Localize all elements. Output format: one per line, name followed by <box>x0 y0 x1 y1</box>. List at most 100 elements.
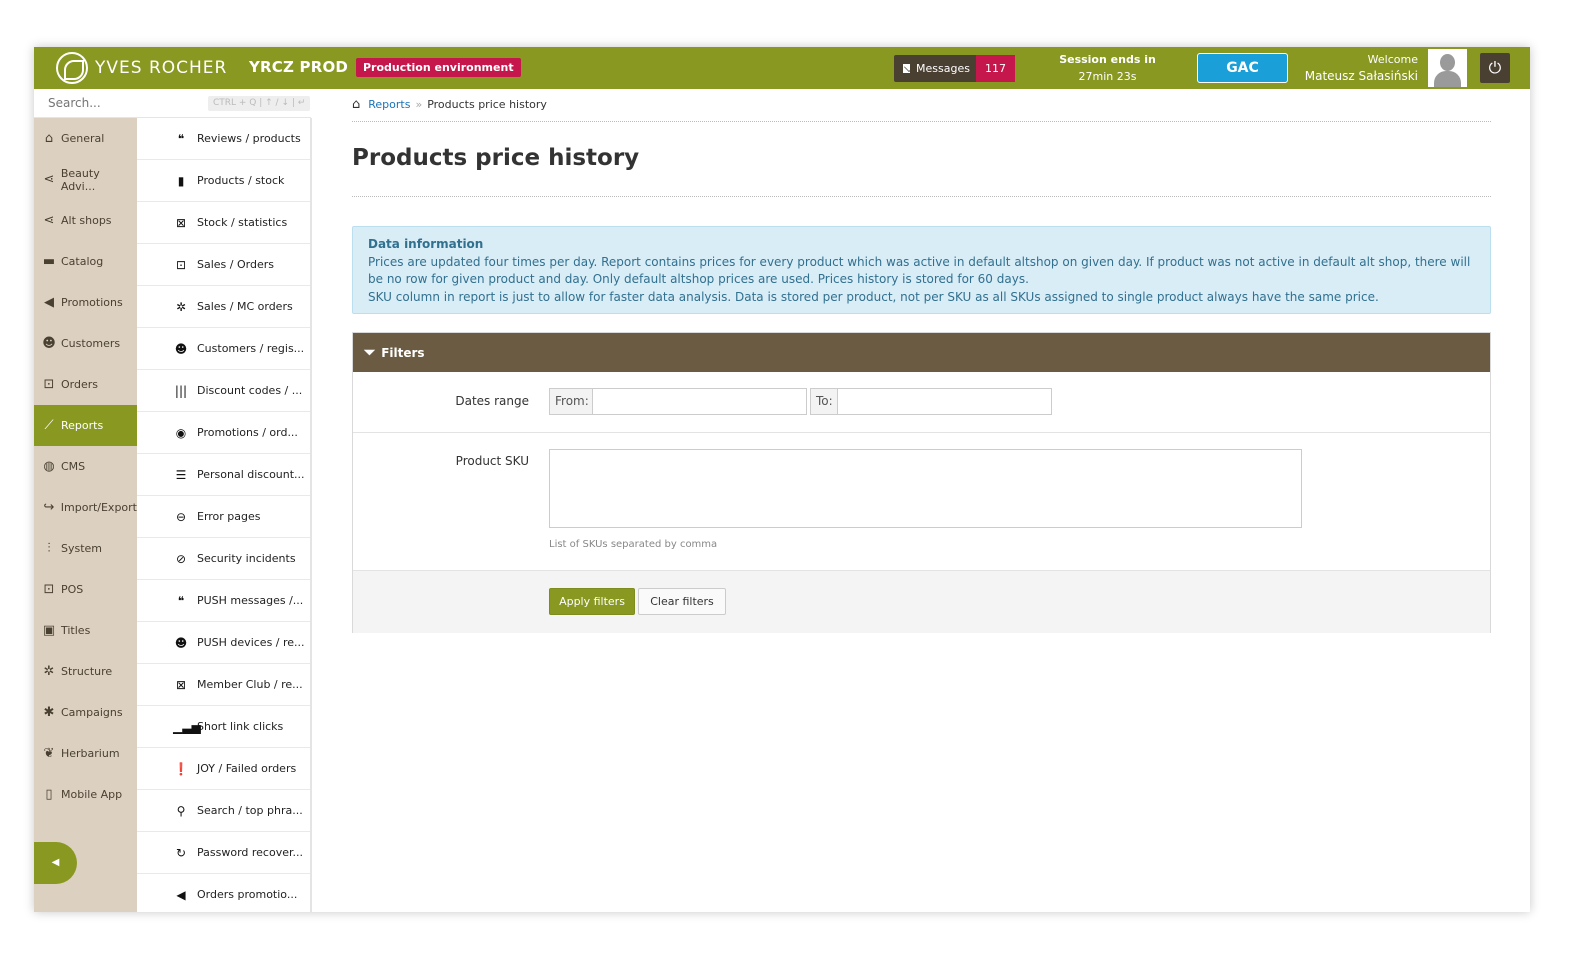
sidebar-item-pos[interactable]: ⊡ POS <box>34 569 137 610</box>
sidebar-item-system[interactable]: ⫶ System <box>34 528 137 569</box>
product-sku-textarea[interactable] <box>549 449 1302 528</box>
subnav-item-promotions-orders[interactable]: ◉ Promotions / ord... <box>137 412 310 454</box>
from-addon: From: <box>549 388 593 415</box>
sidebar-item-catalog[interactable]: ▬ Catalog <box>34 241 137 282</box>
main-content: ⌂ Reports » Products price history Produ… <box>312 89 1530 912</box>
sidebar-item-alt-shops[interactable]: ⋖ Alt shops <box>34 200 137 241</box>
sidebar-item-cms[interactable]: ◍ CMS <box>34 446 137 487</box>
logo[interactable]: YVES ROCHER <box>56 52 227 84</box>
user-name: Mateusz Sałasiński <box>1304 69 1418 83</box>
menu-search: CTRL + Q | ↑ / ↓ | ↵ <box>34 89 311 118</box>
logout-button[interactable]: ⏻ <box>1480 53 1510 83</box>
sidebar-item-campaigns[interactable]: ✱ Campaigns <box>34 692 137 733</box>
avatar[interactable] <box>1428 49 1467 87</box>
gac-button[interactable]: GAC <box>1197 53 1288 83</box>
messages-label: Messages <box>916 62 970 75</box>
user-welcome: Welcome Mateusz Sałasiński <box>1289 52 1418 84</box>
subnav-item-label: Search / top phra... <box>197 804 303 817</box>
collapse-sidebar-button[interactable]: ◀ <box>34 842 77 884</box>
subnav-item-products-stock[interactable]: ▮ Products / stock <box>137 160 310 202</box>
date-from-input[interactable] <box>592 388 807 415</box>
subnav-item-label: Orders promotio... <box>197 888 298 901</box>
subnav-item-reviews-products[interactable]: ❝ Reviews / products <box>137 118 310 160</box>
sidebar-item-general[interactable]: ⌂ General <box>34 118 137 159</box>
subnav-item-member-club[interactable]: ⊠ Member Club / re... <box>137 664 310 706</box>
cog-icon: ✲ <box>175 299 187 314</box>
search-input[interactable] <box>48 96 198 110</box>
sidebar-item-herbarium[interactable]: ❦ Herbarium <box>34 733 137 774</box>
share-arrow-icon: ↪ <box>43 500 55 515</box>
subnav-item-stock-statistics[interactable]: ⊠ Stock / statistics <box>137 202 310 244</box>
mobile-icon: ▯ <box>45 787 53 802</box>
sidebar-item-label: Alt shops <box>61 214 112 227</box>
breadcrumb-reports-link[interactable]: Reports <box>368 98 410 111</box>
product-sku-row: Product SKU List of SKUs separated by co… <box>353 433 1490 571</box>
sidebar-item-customers[interactable]: ☻ Customers <box>34 323 137 364</box>
subnav-item-push-messages[interactable]: ❝ PUSH messages /... <box>137 580 310 622</box>
refresh-icon: ↻ <box>175 845 187 860</box>
sidebar-item-reports[interactable]: ⟋ Reports <box>34 405 137 446</box>
date-to-input[interactable] <box>837 388 1052 415</box>
subnav-item-label: Discount codes / ... <box>197 384 303 397</box>
sidebar-item-promotions[interactable]: ◀ Promotions <box>34 282 137 323</box>
subnav-item-error-pages[interactable]: ⊖ Error pages <box>137 496 310 538</box>
subnav-item-security-incidents[interactable]: ⊘ Security incidents <box>137 538 310 580</box>
subnav-item-discount-codes[interactable]: ||| Discount codes / ... <box>137 370 310 412</box>
eye-icon: ◉ <box>175 425 187 440</box>
subnav-item-orders-promotions[interactable]: ◀ Orders promotio... <box>137 874 310 912</box>
comments-icon: ❝ <box>177 593 185 608</box>
subnav-item-short-link-clicks[interactable]: ▁▃▅ Short link clicks <box>137 706 310 748</box>
sidebar-item-label: Titles <box>61 624 91 637</box>
cart-icon: ⊡ <box>43 377 55 392</box>
asterisk-icon: ✱ <box>43 705 55 720</box>
subnav-item-joy-failed-orders[interactable]: ❗ JOY / Failed orders <box>137 748 310 790</box>
dates-range-label: Dates range <box>455 394 529 408</box>
sidebar-item-label: Import/Export <box>60 501 137 514</box>
sidebar-item-label: Campaigns <box>61 706 123 719</box>
excel-file-icon: ⊠ <box>175 677 187 692</box>
search-icon: ⚲ <box>176 803 186 818</box>
sidebar-item-label: Customers <box>61 337 121 350</box>
filters-panel: ⏷ Filters Dates range From: To: Product … <box>352 332 1491 633</box>
sidebar-item-beauty-advisors[interactable]: ⋖ Beauty Advi... <box>34 159 137 200</box>
filter-actions: Apply filters Clear filters <box>353 571 1490 633</box>
info-text-2: SKU column in report is just to allow fo… <box>368 289 1379 304</box>
cart-icon: ⊡ <box>43 582 55 597</box>
subnav-item-label: Sales / MC orders <box>197 300 293 313</box>
to-addon: To: <box>810 388 838 415</box>
sidebar-item-mobile-app[interactable]: ▯ Mobile App <box>34 774 137 815</box>
subnav-item-label: PUSH devices / re... <box>197 636 305 649</box>
users-icon: ☻ <box>42 336 56 351</box>
subnav-item-password-recovery[interactable]: ↻ Password recover... <box>137 832 310 874</box>
subnav-item-sales-orders[interactable]: ⊡ Sales / Orders <box>137 244 310 286</box>
users-icon: ☻ <box>174 341 188 356</box>
subnav-item-label: Member Club / re... <box>197 678 303 691</box>
avatar-body <box>1434 71 1461 87</box>
sidebar-item-titles[interactable]: ▣ Titles <box>34 610 137 651</box>
subnav-item-sales-mc-orders[interactable]: ✲ Sales / MC orders <box>137 286 310 328</box>
sidebar-item-import-export[interactable]: ↪ Import/Export <box>34 487 137 528</box>
home-icon: ⌂ <box>44 131 54 146</box>
envelope-icon <box>903 64 911 73</box>
ban-icon: ⊘ <box>175 551 187 566</box>
share-icon: ⋖ <box>43 213 55 228</box>
sku-help-text: List of SKUs separated by comma <box>549 539 718 550</box>
clear-filters-button[interactable]: Clear filters <box>638 588 726 615</box>
subnav-item-customers-registrations[interactable]: ☻ Customers / regis... <box>137 328 310 370</box>
subnav-item-personal-discounts[interactable]: ☰ Personal discount... <box>137 454 310 496</box>
subnav-item-search-top-phrases[interactable]: ⚲ Search / top phra... <box>137 790 310 832</box>
subnav-item-push-devices[interactable]: ☻ PUSH devices / re... <box>137 622 310 664</box>
apply-filters-button[interactable]: Apply filters <box>549 588 635 615</box>
filters-header[interactable]: ⏷ Filters <box>353 333 1490 372</box>
folder-icon: ▬ <box>42 254 56 269</box>
home-icon[interactable]: ⌂ <box>352 97 360 112</box>
sidebar-item-structure[interactable]: ✲ Structure <box>34 651 137 692</box>
sidebar-item-label: Herbarium <box>61 747 120 760</box>
cart-icon: ⊡ <box>175 257 187 272</box>
sidebar-item-orders[interactable]: ⊡ Orders <box>34 364 137 405</box>
messages-button[interactable]: Messages 117 <box>894 55 1015 82</box>
session-time: 27min 23s <box>1078 70 1137 83</box>
minus-circle-icon: ⊖ <box>175 509 187 524</box>
main-nav: ⌂ General ⋖ Beauty Advi... ⋖ Alt shops ▬ Cat… <box>34 118 137 815</box>
breadcrumb-current: Products price history <box>427 98 547 111</box>
